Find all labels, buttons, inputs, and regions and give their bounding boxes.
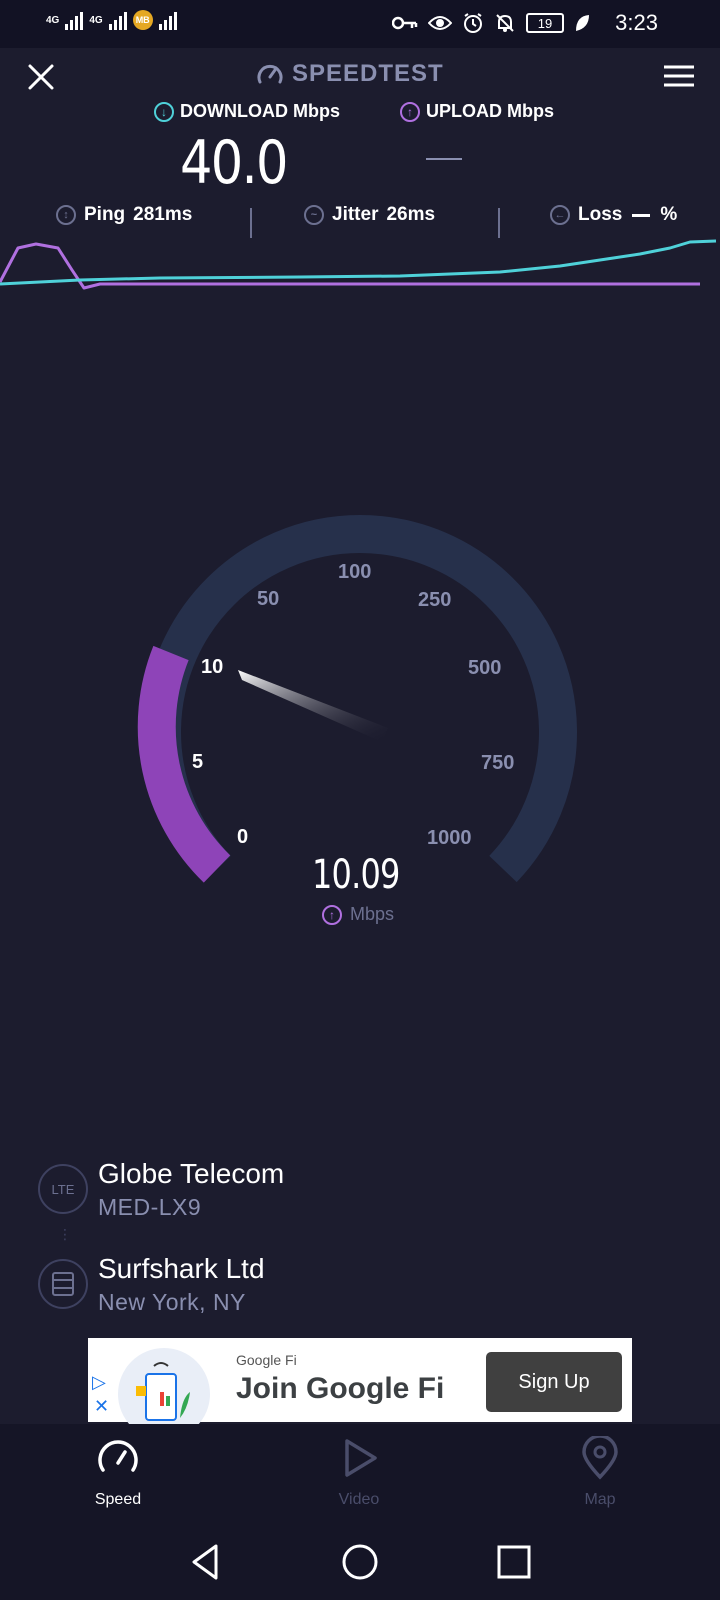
ping-value: 281ms <box>133 204 193 225</box>
app-brand: SPEEDTEST <box>256 60 444 88</box>
isp-info[interactable]: LTE Globe Telecom MED-LX9 <box>38 1158 678 1222</box>
gauge-tick-100: 100 <box>338 561 371 583</box>
jitter-label: Jitter <box>332 204 379 225</box>
gauge-tick-1000: 1000 <box>427 827 472 849</box>
connector-dots-icon: ⋮ <box>58 1226 72 1242</box>
ping-metric: ↕ Ping 281ms <box>56 204 192 226</box>
leaf-icon <box>576 15 589 31</box>
signal-icon <box>108 10 127 30</box>
isp-name: Globe Telecom <box>98 1158 285 1189</box>
download-value: 40.0 <box>180 128 288 198</box>
jitter-value: 26ms <box>386 204 436 225</box>
loss-metric: ← Loss % <box>550 204 677 226</box>
gauge-unit-label: Mbps <box>350 904 395 924</box>
nav-map-label: Map <box>584 1491 616 1508</box>
gauge-tick-750: 750 <box>481 752 514 774</box>
bell-off-icon <box>496 14 514 32</box>
nav-video-label: Video <box>338 1491 380 1508</box>
back-icon[interactable] <box>186 1542 226 1582</box>
video-play-icon <box>345 1439 377 1477</box>
gauge-tick-250: 250 <box>418 589 451 611</box>
gauge-tick-50: 50 <box>257 588 279 610</box>
ad-sign-up-button[interactable]: Sign Up <box>486 1352 622 1412</box>
status-left: 4G 4G MB <box>46 10 177 30</box>
lte-label: LTE <box>51 1181 75 1197</box>
jitter-metric: ~ Jitter 26ms <box>304 204 435 226</box>
app-title: SPEEDTEST <box>292 60 444 87</box>
close-icon[interactable] <box>24 60 58 94</box>
gauge-needle <box>238 670 388 742</box>
nav-speed[interactable]: Speed <box>58 1436 178 1509</box>
bottom-nav: Speed Video Map <box>0 1424 720 1524</box>
eye-icon <box>428 16 452 30</box>
upload-arrow-icon: ↑ <box>322 904 342 925</box>
ping-icon: ↕ <box>56 205 76 225</box>
app-header: SPEEDTEST <box>0 48 720 104</box>
data-saver-icon: MB <box>132 10 153 30</box>
network-type-2: 4G <box>89 14 103 26</box>
system-nav-bar <box>0 1524 720 1600</box>
home-icon[interactable] <box>340 1542 380 1582</box>
upload-arrow-icon: ↑ <box>400 101 420 122</box>
upload-history-line <box>0 242 700 290</box>
loss-label: Loss <box>578 204 623 225</box>
map-pin-icon <box>582 1434 618 1480</box>
menu-icon[interactable] <box>664 64 694 88</box>
loss-dash <box>632 213 651 217</box>
download-label-text: DOWNLOAD Mbps <box>180 101 340 121</box>
jitter-icon: ~ <box>304 205 324 225</box>
battery-level: 19 <box>537 15 553 31</box>
ad-title: Join Google Fi <box>236 1372 445 1405</box>
ad-close-icon[interactable]: ✕ <box>94 1396 109 1417</box>
network-type-1: 4G <box>46 14 60 26</box>
gauge-unit: ↑ Mbps <box>322 904 394 925</box>
upload-label: ↑ UPLOAD Mbps <box>400 101 554 122</box>
gauge-tick-0: 0 <box>237 826 248 848</box>
server-icon <box>38 1259 88 1309</box>
download-history-line <box>0 239 717 286</box>
status-bar: 4G 4G MB 19 3:23 <box>0 0 720 48</box>
nav-video[interactable]: Video <box>299 1436 419 1509</box>
ad-sponsor: Google Fi <box>236 1352 297 1368</box>
status-icons: 19 <box>392 12 590 34</box>
gauge-tick-5: 5 <box>192 751 203 773</box>
speed-nav-icon <box>98 1440 138 1472</box>
speedometer-icon <box>257 64 283 84</box>
download-arrow-icon: ↓ <box>154 101 174 122</box>
gauge-tick-500: 500 <box>468 657 501 679</box>
device-name: MED-LX9 <box>98 1194 202 1220</box>
lte-icon: LTE <box>38 1164 88 1214</box>
server-name: Surfshark Ltd <box>98 1253 265 1284</box>
alarm-icon <box>464 13 482 33</box>
loss-icon: ← <box>550 205 570 225</box>
nav-map[interactable]: Map <box>540 1434 660 1509</box>
ping-label: Ping <box>84 204 126 225</box>
loss-value: % <box>660 204 678 225</box>
wifi-signal-icon <box>158 10 177 30</box>
nav-speed-label: Speed <box>94 1491 142 1508</box>
download-label: ↓ DOWNLOAD Mbps <box>154 101 340 122</box>
recents-icon[interactable] <box>494 1542 534 1582</box>
ad-choices-icon[interactable]: ▷ <box>92 1372 106 1393</box>
battery-icon: 19 <box>526 13 564 33</box>
server-info[interactable]: Surfshark Ltd New York, NY <box>38 1253 678 1317</box>
server-location: New York, NY <box>98 1289 246 1315</box>
gauge-current-value: 10.09 <box>312 852 400 898</box>
speed-history-graph <box>0 239 717 290</box>
vpn-key-icon <box>392 16 418 30</box>
clock: 3:23 <box>615 10 658 35</box>
gauge-track <box>143 515 577 883</box>
coin-label: MB <box>135 15 150 25</box>
upload-label-text: UPLOAD Mbps <box>426 101 554 121</box>
upload-value-placeholder <box>426 158 462 160</box>
gauge-tick-10: 10 <box>201 656 223 678</box>
signal-icon <box>65 10 84 30</box>
ad-banner[interactable]: ▷ ✕ Google Fi Join Google Fi Sign Up <box>88 1338 632 1440</box>
